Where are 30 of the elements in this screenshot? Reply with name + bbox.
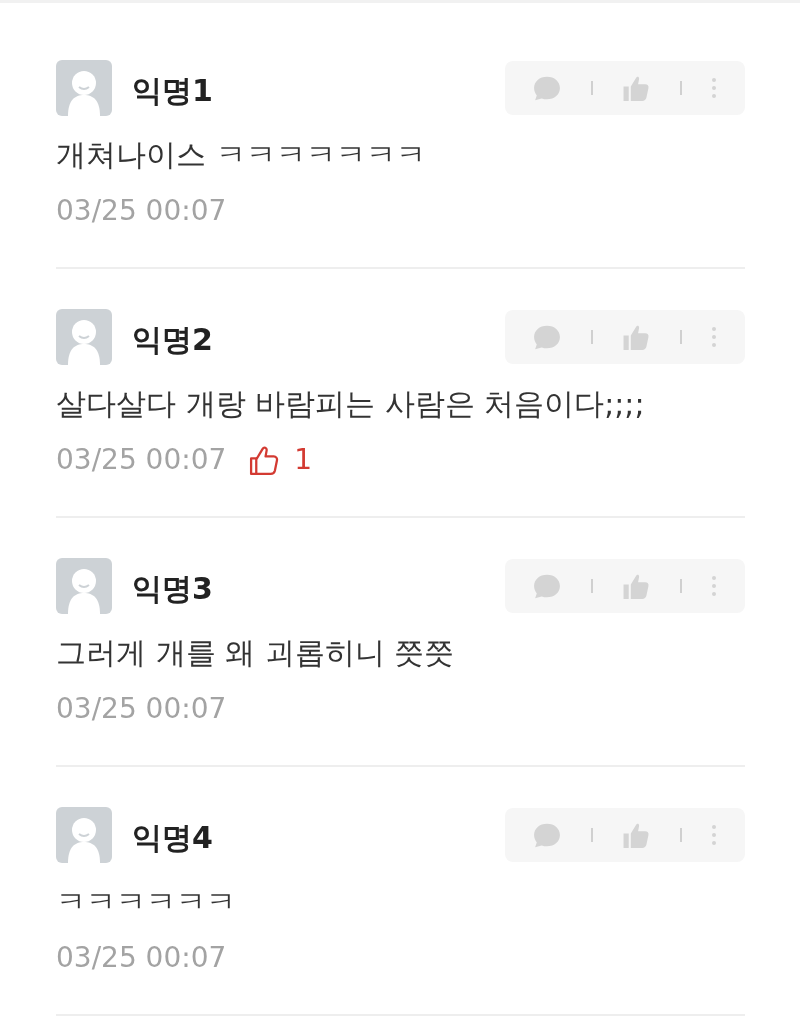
comment-time: 03/25 00:07 (56, 442, 227, 478)
thumbs-up-icon (248, 444, 280, 476)
comment-author: 익명3 (132, 570, 213, 608)
comment-icon[interactable] (533, 74, 561, 102)
avatar-icon (56, 60, 112, 116)
comment-time: 03/25 00:07 (56, 691, 227, 727)
avatar-icon (56, 309, 112, 365)
comment-time: 03/25 00:07 (56, 940, 227, 976)
thumbs-up-icon[interactable] (622, 821, 650, 849)
more-icon[interactable] (711, 575, 717, 597)
more-icon[interactable] (711, 326, 717, 348)
comment-icon[interactable] (533, 821, 561, 849)
comment-author: 익명4 (132, 819, 213, 857)
comment-icon[interactable] (533, 323, 561, 351)
avatar-icon (56, 558, 112, 614)
comment-text: 개쳐나이스 ㅋㅋㅋㅋㅋㅋㅋ (56, 136, 427, 174)
comment-text: ㅋㅋㅋㅋㅋㅋ (56, 883, 237, 921)
comment-text: 살다살다 개랑 바람피는 사람은 처음이다;;;; (56, 385, 646, 423)
comment-text: 그러게 개를 왜 괴롭히니 쯧쯧 (56, 634, 456, 672)
comment-author: 익명1 (132, 72, 213, 110)
comment-author: 익명2 (132, 321, 213, 359)
avatar-icon (56, 807, 112, 863)
more-icon[interactable] (711, 77, 717, 99)
like-count: 1 (294, 442, 313, 478)
comment-icon[interactable] (533, 572, 561, 600)
comment-time: 03/25 00:07 (56, 193, 227, 229)
more-icon[interactable] (711, 824, 717, 846)
thumbs-up-icon[interactable] (622, 572, 650, 600)
thumbs-up-icon[interactable] (622, 323, 650, 351)
thumbs-up-icon[interactable] (622, 74, 650, 102)
